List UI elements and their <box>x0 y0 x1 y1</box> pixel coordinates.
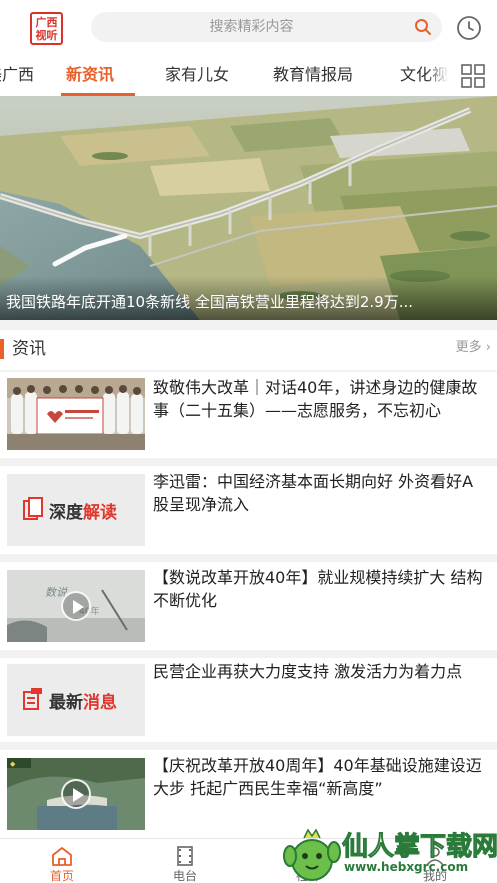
thumbnail-label-plain: 深度 <box>49 503 83 523</box>
hero-banner[interactable]: 我国铁路年底开通10条新线 全国高铁营业里程将达到2.9万... <box>0 96 497 320</box>
app-header: 广西 视听 搜索精彩内容 <box>0 0 497 56</box>
news-item[interactable]: 数说 40年 【数说改革开放40年】就业规模持续扩大 结构不断优化 <box>0 562 497 650</box>
group-photo-image <box>7 378 145 450</box>
news-title: 【庆祝改革开放40周年】40年基础设施建设迈大步 托起广西民生幸福“新高度” <box>153 756 482 798</box>
grid-icon <box>461 64 485 88</box>
watermark-url: www.hebxgrc.com <box>344 860 469 874</box>
nav-home-label: 首页 <box>49 869 74 883</box>
tab-education[interactable]: 教育情报局 <box>273 56 353 96</box>
svg-text:◆: ◆ <box>10 760 16 768</box>
news-thumbnail: ◆ <box>7 758 145 830</box>
channel-grid-button[interactable] <box>449 56 497 96</box>
news-title: 【数说改革开放40年】就业规模持续扩大 结构不断优化 <box>153 568 483 610</box>
more-link[interactable]: 更多 › <box>456 330 491 366</box>
thumbnail-label: 最新消息 <box>49 688 117 713</box>
site-watermark: 仙人掌下载网 www.hebxgrc.com <box>282 820 497 883</box>
news-thumbnail: 最新消息 <box>7 664 145 736</box>
cactus-mascot-icon <box>283 828 341 881</box>
thumbnail-label-plain: 最新 <box>49 693 83 713</box>
tab-guangxi[interactable]: 美广西 <box>0 56 34 96</box>
document-icon <box>23 688 42 710</box>
news-thumbnail: 数说 40年 <box>7 570 145 642</box>
document-icon <box>23 497 43 520</box>
tab-family[interactable]: 家有儿女 <box>165 56 229 96</box>
logo-text-top: 广西 <box>35 16 58 29</box>
thumbnail-label-accent: 消息 <box>83 693 117 713</box>
section-title: 资讯 <box>12 339 46 359</box>
nav-radio-label: 电台 <box>172 869 197 883</box>
news-title: 致敬伟大改革｜对话40年，讲述身边的健康故事（二十五集）——志愿服务，不忘初心 <box>153 378 478 420</box>
search-icon[interactable] <box>414 18 432 36</box>
home-icon <box>52 847 72 866</box>
channel-tabs: 美广西 新资讯 家有儿女 教育情报局 文化视 <box>0 56 497 96</box>
news-title: 李迅雷：中国经济基本面长期向好 外资看好A股呈现净流入 <box>153 472 474 514</box>
film-icon <box>177 846 193 866</box>
section-accent-bar <box>0 339 4 359</box>
thumbnail-label: 深度解读 <box>49 498 117 523</box>
search-bar[interactable]: 搜索精彩内容 <box>91 12 442 42</box>
section-header-news: 资讯 更多 › <box>0 330 497 370</box>
thumbnail-label-accent: 解读 <box>83 503 117 523</box>
search-placeholder: 搜索精彩内容 <box>209 19 294 35</box>
app-logo[interactable]: 广西 视听 <box>30 12 63 45</box>
more-label: 更多 <box>455 340 482 355</box>
news-item[interactable]: 深度解读 李迅雷：中国经济基本面长期向好 外资看好A股呈现净流入 <box>0 466 497 554</box>
watermark-title: 仙人掌下载网 <box>341 832 497 863</box>
logo-text-bottom: 视听 <box>35 29 58 42</box>
tab-news[interactable]: 新资讯 <box>66 56 114 96</box>
nav-radio[interactable]: 电台 <box>145 839 225 883</box>
news-title: 民营企业再获大力度支持 激发活力为着力点 <box>153 662 463 681</box>
chevron-right-icon: › <box>485 340 491 355</box>
news-item[interactable]: 致敬伟大改革｜对话40年，讲述身边的健康故事（二十五集）——志愿服务，不忘初心 <box>0 372 497 458</box>
nav-home[interactable]: 首页 <box>22 839 102 883</box>
clock-icon[interactable] <box>456 15 482 41</box>
news-thumbnail: 深度解读 <box>7 474 145 546</box>
banner-caption: 我国铁路年底开通10条新线 全国高铁营业里程将达到2.9万... <box>6 293 414 311</box>
news-thumbnail <box>7 378 145 450</box>
play-icon[interactable] <box>61 591 91 621</box>
tabs-fade <box>425 56 449 96</box>
play-icon[interactable] <box>61 779 91 809</box>
news-item[interactable]: 最新消息 民营企业再获大力度支持 激发活力为着力点 <box>0 658 497 742</box>
